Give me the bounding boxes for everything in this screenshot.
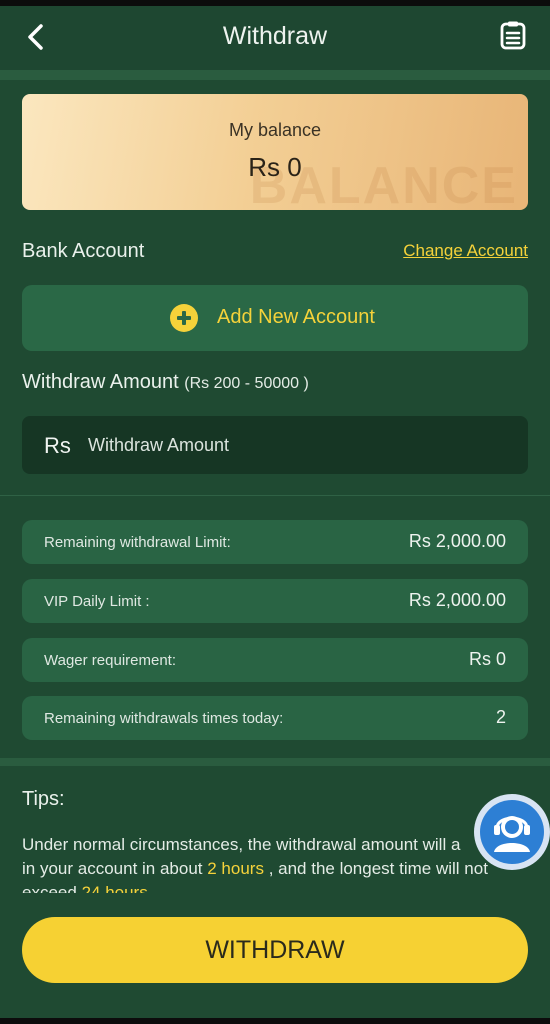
tips-highlight: 2 hours bbox=[207, 859, 264, 878]
balance-label: My balance bbox=[228, 120, 322, 140]
tips-text-part: Under normal circumstances, the withdraw… bbox=[22, 835, 461, 854]
change-account-link[interactable]: Change Account bbox=[403, 241, 528, 261]
header-divider bbox=[0, 70, 550, 80]
balance-card: BALANCE My balance Rs 0 bbox=[22, 94, 528, 210]
limit-key: VIP Daily Limit : bbox=[44, 593, 150, 610]
app-header: Withdraw bbox=[0, 6, 550, 70]
tips-text: Under normal circumstances, the withdraw… bbox=[22, 833, 512, 893]
withdraw-button[interactable]: WITHDRAW bbox=[22, 917, 528, 983]
withdraw-amount-title: Withdraw Amount bbox=[22, 371, 179, 393]
limit-value: Rs 2,000.00 bbox=[408, 531, 506, 551]
navigation-strip bbox=[0, 1018, 550, 1024]
bank-account-label: Bank Account bbox=[22, 240, 145, 262]
page-title: Withdraw bbox=[222, 22, 328, 50]
withdraw-amount-input[interactable] bbox=[88, 428, 508, 462]
currency-symbol: Rs bbox=[44, 433, 71, 458]
withdraw-screen: Withdraw BALANCE My balance Rs 0 Bank Ac… bbox=[0, 6, 550, 1018]
section-divider bbox=[0, 495, 550, 496]
customer-service-button[interactable] bbox=[474, 794, 550, 870]
clipboard-icon[interactable] bbox=[498, 20, 528, 50]
limit-key: Wager requirement: bbox=[44, 652, 176, 669]
tips-text-part: in your account in about bbox=[22, 859, 203, 878]
limit-value: Rs 2,000.00 bbox=[408, 590, 506, 610]
limit-value: 2 bbox=[495, 707, 506, 727]
limit-row-vip-daily: VIP Daily Limit : Rs 2,000.00 bbox=[22, 579, 528, 623]
limit-key: Remaining withdrawal Limit: bbox=[44, 534, 231, 551]
customer-service-icon bbox=[480, 800, 544, 864]
balance-value: Rs 0 bbox=[248, 152, 302, 182]
limit-key: Remaining withdrawals times today: bbox=[44, 710, 284, 727]
limit-row-remaining-times: Remaining withdrawals times today: 2 bbox=[22, 696, 528, 740]
limit-row-wager: Wager requirement: Rs 0 bbox=[22, 638, 528, 682]
withdraw-amount-range: (Rs 200 - 50000 ) bbox=[184, 375, 309, 392]
tips-highlight: 24 hours bbox=[81, 883, 148, 893]
limit-row-remaining-limit: Remaining withdrawal Limit: Rs 2,000.00 bbox=[22, 520, 528, 564]
add-new-account-button[interactable]: Add New Account bbox=[22, 285, 528, 351]
plus-circle-icon bbox=[170, 304, 198, 332]
tips-divider bbox=[0, 758, 550, 766]
add-new-account-label: Add New Account bbox=[217, 306, 375, 328]
limit-value: Rs 0 bbox=[468, 649, 506, 669]
withdraw-amount-label: Withdraw Amount (Rs 200 - 50000 ) bbox=[22, 371, 309, 394]
withdraw-amount-field[interactable]: Rs bbox=[22, 416, 528, 474]
tips-title: Tips: bbox=[22, 788, 65, 810]
